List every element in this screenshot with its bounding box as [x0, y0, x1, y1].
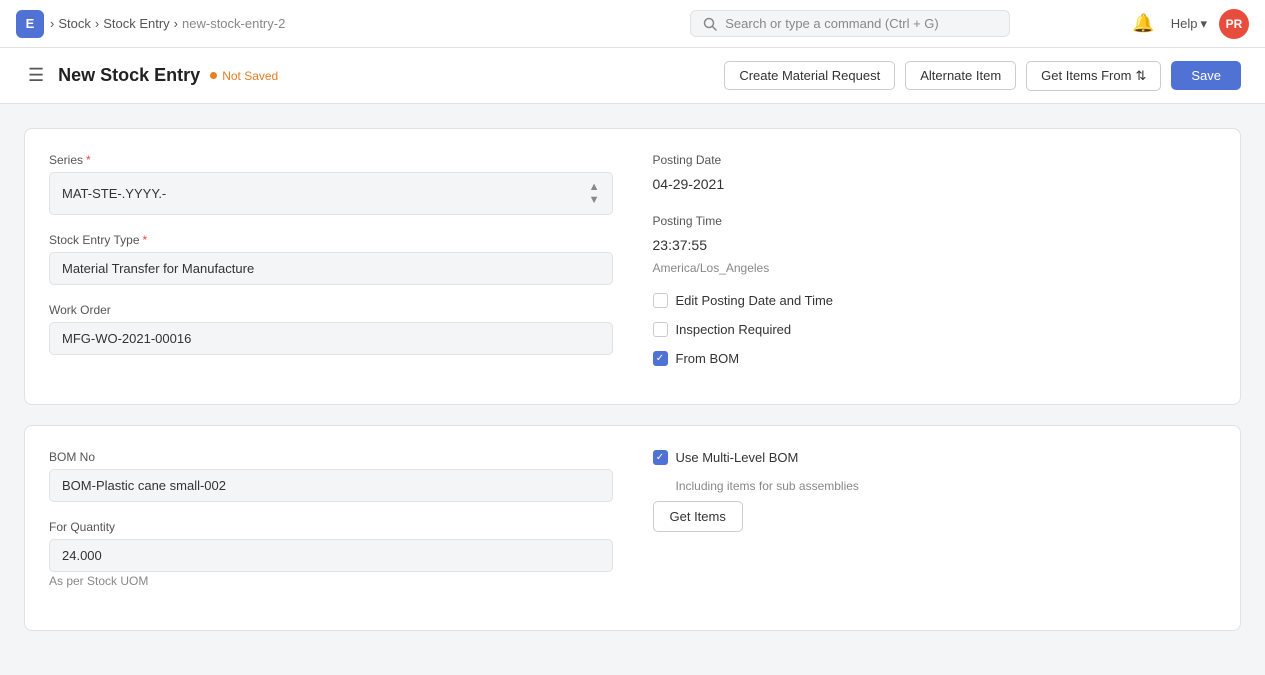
navbar-left: E › Stock › Stock Entry › new-stock-entr…	[16, 10, 572, 38]
work-order-input[interactable]: MFG-WO-2021-00016	[49, 322, 613, 355]
get-items-from-arrow-icon: ⇅	[1135, 68, 1146, 84]
posting-date-label: Posting Date	[653, 153, 1217, 167]
series-label: Series *	[49, 153, 613, 167]
help-chevron-icon: ▾	[1200, 16, 1207, 32]
help-label: Help	[1171, 16, 1198, 31]
sub-assemblies-hint: Including items for sub assemblies	[676, 479, 1217, 493]
menu-icon-button[interactable]: ☰	[24, 61, 48, 90]
series-arrows-icon: ▲▼	[589, 181, 600, 206]
form-left-col: Series * MAT-STE-.YYYY.- ▲▼ Stock Entry …	[49, 153, 613, 380]
get-items-from-button[interactable]: Get Items From ⇅	[1026, 61, 1161, 91]
form-right-col: Posting Date 04-29-2021 Posting Time 23:…	[653, 153, 1217, 380]
search-placeholder: Search or type a command (Ctrl + G)	[725, 16, 939, 31]
stock-entry-type-value: Material Transfer for Manufacture	[62, 261, 254, 276]
bom-card: BOM No BOM-Plastic cane small-002 For Qu…	[24, 425, 1241, 631]
stock-entry-type-input[interactable]: Material Transfer for Manufacture	[49, 252, 613, 285]
inspection-required-checkbox-group: Inspection Required	[653, 322, 1217, 337]
use-multi-level-bom-checkbox-group: Use Multi-Level BOM	[653, 450, 1217, 465]
breadcrumb-sep-1: ›	[95, 16, 99, 31]
for-quantity-input[interactable]: 24.000	[49, 539, 613, 572]
breadcrumb-stock-entry[interactable]: Stock Entry	[103, 16, 169, 31]
bom-no-label: BOM No	[49, 450, 613, 464]
bom-left-col: BOM No BOM-Plastic cane small-002 For Qu…	[49, 450, 613, 606]
posting-date-group: Posting Date 04-29-2021	[653, 153, 1217, 196]
search-icon	[703, 17, 717, 31]
page-header: ☰ New Stock Entry Not Saved Create Mater…	[0, 48, 1265, 104]
get-items-button[interactable]: Get Items	[653, 501, 743, 532]
navbar: E › Stock › Stock Entry › new-stock-entr…	[0, 0, 1265, 48]
navbar-center: Search or type a command (Ctrl + G)	[572, 10, 1128, 37]
breadcrumb-sep-0: ›	[50, 16, 54, 31]
for-quantity-value: 24.000	[62, 548, 102, 563]
stock-entry-type-required-star: *	[143, 233, 148, 247]
use-multi-level-bom-label: Use Multi-Level BOM	[676, 450, 799, 465]
form-grid-1: Series * MAT-STE-.YYYY.- ▲▼ Stock Entry …	[49, 153, 1216, 380]
breadcrumb-current: new-stock-entry-2	[182, 16, 285, 31]
series-input[interactable]: MAT-STE-.YYYY.- ▲▼	[49, 172, 613, 215]
stock-entry-type-group: Stock Entry Type * Material Transfer for…	[49, 233, 613, 285]
app-icon[interactable]: E	[16, 10, 44, 38]
use-multi-level-bom-checkbox[interactable]	[653, 450, 668, 465]
page-title: New Stock Entry	[58, 65, 200, 86]
posting-time-label: Posting Time	[653, 214, 1217, 228]
edit-posting-date-label: Edit Posting Date and Time	[676, 293, 834, 308]
avatar[interactable]: PR	[1219, 9, 1249, 39]
bom-right-col: Use Multi-Level BOM Including items for …	[653, 450, 1217, 606]
posting-time-group: Posting Time 23:37:55 America/Los_Angele…	[653, 214, 1217, 275]
from-bom-checkbox-group: From BOM	[653, 351, 1217, 366]
from-bom-label: From BOM	[676, 351, 740, 366]
stock-entry-type-label: Stock Entry Type *	[49, 233, 613, 247]
inspection-required-label: Inspection Required	[676, 322, 792, 337]
bom-no-value: BOM-Plastic cane small-002	[62, 478, 226, 493]
navbar-right: 🔔 Help ▾ PR	[1128, 9, 1249, 39]
series-value: MAT-STE-.YYYY.-	[62, 186, 166, 201]
breadcrumb-stock[interactable]: Stock	[58, 16, 91, 31]
posting-date-value[interactable]: 04-29-2021	[653, 172, 1217, 196]
from-bom-checkbox[interactable]	[653, 351, 668, 366]
notification-bell-button[interactable]: 🔔	[1128, 9, 1158, 38]
create-material-request-button[interactable]: Create Material Request	[724, 61, 895, 90]
help-button[interactable]: Help ▾	[1171, 16, 1207, 32]
edit-posting-date-checkbox-group: Edit Posting Date and Time	[653, 293, 1217, 308]
posting-time-value[interactable]: 23:37:55	[653, 233, 1217, 257]
bom-no-group: BOM No BOM-Plastic cane small-002	[49, 450, 613, 502]
breadcrumb-sep-2: ›	[174, 16, 178, 31]
timezone-text: America/Los_Angeles	[653, 261, 1217, 275]
work-order-label: Work Order	[49, 303, 613, 317]
series-group: Series * MAT-STE-.YYYY.- ▲▼	[49, 153, 613, 215]
work-order-value: MFG-WO-2021-00016	[62, 331, 191, 346]
not-saved-label: Not Saved	[222, 69, 278, 83]
stock-entry-card: Series * MAT-STE-.YYYY.- ▲▼ Stock Entry …	[24, 128, 1241, 405]
alternate-item-button[interactable]: Alternate Item	[905, 61, 1016, 90]
for-quantity-label: For Quantity	[49, 520, 613, 534]
inspection-required-checkbox[interactable]	[653, 322, 668, 337]
for-quantity-hint: As per Stock UOM	[49, 574, 613, 588]
not-saved-dot	[210, 72, 217, 79]
form-grid-2: BOM No BOM-Plastic cane small-002 For Qu…	[49, 450, 1216, 606]
work-order-group: Work Order MFG-WO-2021-00016	[49, 303, 613, 355]
page-header-left: ☰ New Stock Entry Not Saved	[24, 61, 724, 90]
get-items-from-label: Get Items From	[1041, 68, 1131, 83]
save-button[interactable]: Save	[1171, 61, 1241, 90]
breadcrumb: › Stock › Stock Entry › new-stock-entry-…	[50, 16, 285, 31]
main-content: Series * MAT-STE-.YYYY.- ▲▼ Stock Entry …	[0, 104, 1265, 675]
for-quantity-group: For Quantity 24.000 As per Stock UOM	[49, 520, 613, 588]
bom-no-input[interactable]: BOM-Plastic cane small-002	[49, 469, 613, 502]
not-saved-badge: Not Saved	[210, 69, 278, 83]
series-required-star: *	[86, 153, 91, 167]
search-bar[interactable]: Search or type a command (Ctrl + G)	[690, 10, 1010, 37]
edit-posting-date-checkbox[interactable]	[653, 293, 668, 308]
page-header-right: Create Material Request Alternate Item G…	[724, 61, 1241, 91]
